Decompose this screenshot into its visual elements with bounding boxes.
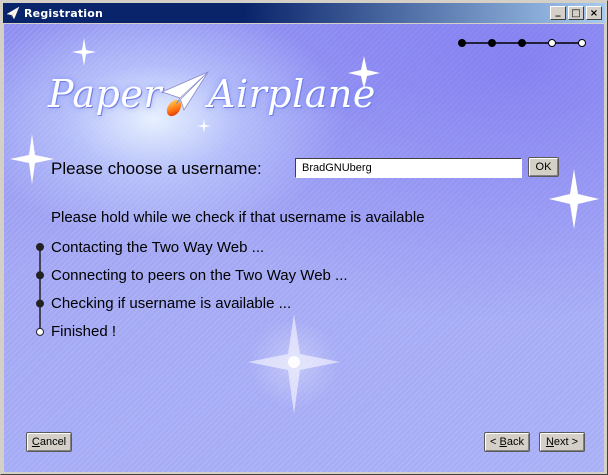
next-button[interactable]: Next > bbox=[539, 432, 585, 452]
status-dot-pending bbox=[36, 327, 44, 336]
close-button[interactable]: × bbox=[586, 6, 602, 20]
cancel-button[interactable]: Cancel bbox=[26, 432, 72, 452]
status-item: Contacting the Two Way Web ... bbox=[51, 238, 265, 256]
status-dot-done bbox=[36, 243, 44, 251]
step-dot-complete bbox=[488, 39, 496, 47]
step-dot-complete bbox=[458, 39, 466, 47]
registration-window: Registration _ □ × Paper Airplane Please… bbox=[0, 0, 608, 475]
paper-airplane-icon bbox=[160, 71, 210, 117]
status-dot-done bbox=[36, 299, 44, 308]
wizard-content: Paper Airplane Please choose a username:… bbox=[4, 24, 604, 472]
logo-word-airplane: Airplane bbox=[208, 72, 376, 116]
step-dot-pending bbox=[578, 39, 586, 47]
minimize-icon: _ bbox=[555, 6, 561, 17]
paper-airplane-logo: Paper Airplane bbox=[48, 64, 376, 124]
maximize-button[interactable]: □ bbox=[568, 6, 584, 20]
logo-word-paper: Paper bbox=[48, 72, 162, 116]
paper-airplane-app-icon bbox=[5, 5, 21, 21]
status-checklist: Contacting the Two Way Web ... Connecting… bbox=[34, 234, 454, 344]
minimize-button[interactable]: _ bbox=[550, 6, 566, 20]
maximize-icon: □ bbox=[571, 7, 581, 19]
wizard-progress-steps bbox=[458, 39, 586, 47]
status-dot-done bbox=[36, 271, 44, 280]
status-message: Please hold while we check if that usern… bbox=[51, 209, 425, 226]
status-item: Checking if username is available ... bbox=[51, 295, 292, 313]
back-button[interactable]: < Back bbox=[484, 432, 530, 452]
step-dot-complete bbox=[518, 39, 526, 47]
ok-button[interactable]: OK bbox=[528, 157, 559, 177]
username-input[interactable]: BradGNUberg bbox=[295, 158, 522, 178]
step-dot-pending bbox=[548, 39, 556, 47]
status-item: Connecting to peers on the Two Way Web .… bbox=[51, 266, 348, 284]
title-bar[interactable]: Registration _ □ × bbox=[3, 3, 605, 23]
status-item: Finished ! bbox=[51, 323, 117, 341]
window-title: Registration bbox=[24, 6, 104, 20]
close-icon: × bbox=[589, 7, 599, 19]
username-prompt: Please choose a username: bbox=[51, 159, 262, 178]
